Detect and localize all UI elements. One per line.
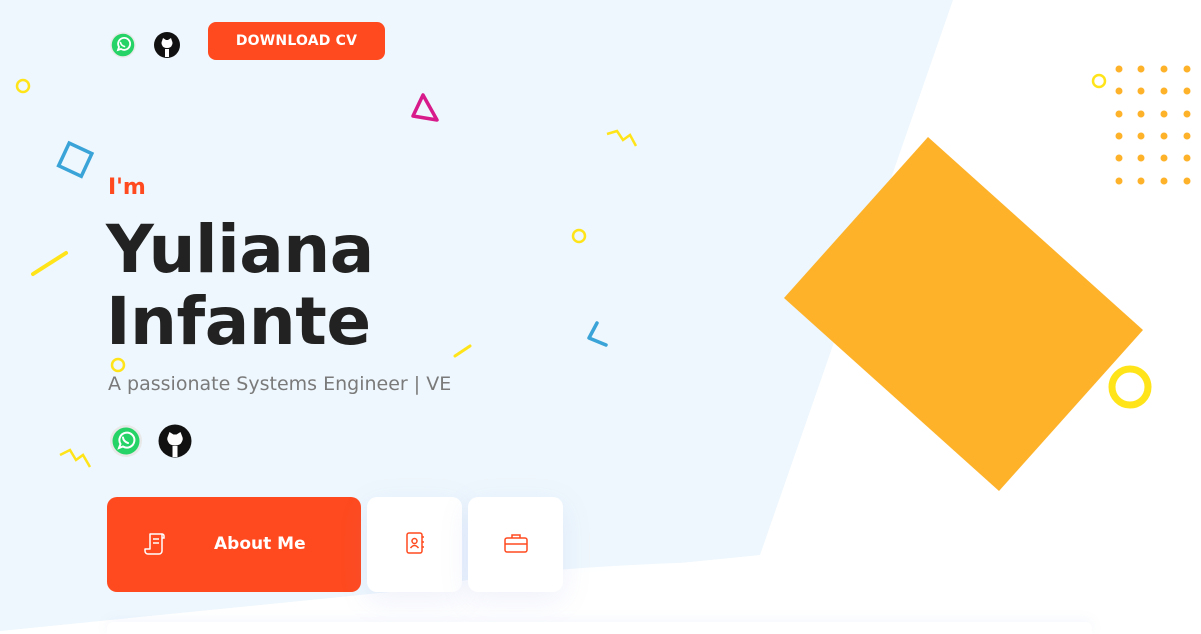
whatsapp-icon[interactable] — [108, 423, 144, 459]
github-icon[interactable] — [152, 30, 182, 60]
dot-grid — [1115, 65, 1191, 185]
briefcase-icon — [503, 531, 529, 559]
tagline: A passionate Systems Engineer | VE — [108, 373, 452, 395]
download-cv-button[interactable]: DOWNLOAD CV — [208, 22, 385, 60]
first-name: Yuliana — [106, 211, 374, 288]
tab-about-me[interactable]: About Me — [107, 497, 361, 592]
github-icon[interactable] — [157, 423, 193, 459]
tab-contact[interactable] — [367, 497, 462, 592]
tab-portfolio[interactable] — [468, 497, 563, 592]
whatsapp-icon[interactable] — [108, 30, 138, 60]
tab-label: About Me — [214, 534, 306, 554]
content-card-top — [107, 622, 1092, 634]
resume-scroll-icon — [143, 531, 169, 561]
intro-text: I'm — [108, 175, 146, 200]
hero-name: Yuliana Infante — [106, 214, 374, 358]
contact-book-icon — [403, 531, 427, 559]
ring-shape — [1108, 365, 1152, 409]
last-name: Infante — [106, 283, 371, 360]
